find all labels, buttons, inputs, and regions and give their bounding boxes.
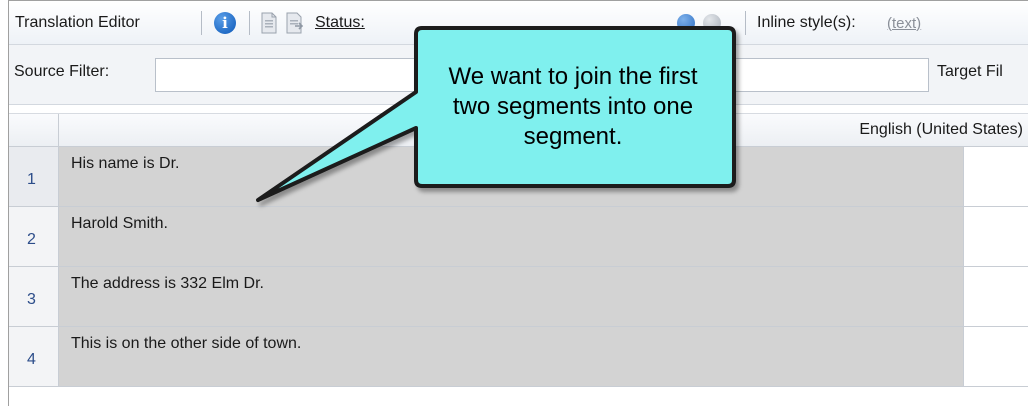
segment-source[interactable]: Harold Smith. (59, 207, 964, 266)
segment-target[interactable] (964, 207, 1028, 266)
segment-target[interactable] (964, 147, 1028, 206)
source-filter-label: Source Filter: (14, 63, 110, 80)
segment-number[interactable]: 3 (9, 267, 59, 326)
segment-source[interactable]: This is on the other side of town. (59, 327, 964, 386)
status-label[interactable]: Status: (315, 1, 365, 45)
target-filter-label: Target Fil (937, 63, 1003, 80)
inline-style-label: Inline style(s): (757, 14, 856, 31)
toolbar-separator (745, 11, 746, 35)
toolbar-separator (201, 11, 202, 35)
info-icon[interactable]: i (214, 12, 236, 34)
toolbar-separator (249, 11, 250, 35)
grid-corner[interactable] (9, 114, 59, 147)
segment-row[interactable]: 2 Harold Smith. (9, 207, 1028, 267)
editor-title: Translation Editor (15, 14, 140, 31)
document-arrow-icon[interactable] (285, 12, 305, 34)
segment-number[interactable]: 4 (9, 327, 59, 386)
segment-target[interactable] (964, 327, 1028, 386)
segment-row[interactable]: 4 This is on the other side of town. (9, 327, 1028, 387)
callout-text: We want to join the first two segments i… (448, 63, 698, 150)
source-column-header[interactable]: English (United States) (859, 121, 1023, 139)
segment-source[interactable]: The address is 332 Elm Dr. (59, 267, 964, 326)
segment-target[interactable] (964, 267, 1028, 326)
segment-number[interactable]: 1 (9, 147, 59, 206)
inline-style-value[interactable]: (text) (887, 1, 921, 45)
segment-row[interactable]: 3 The address is 332 Elm Dr. (9, 267, 1028, 327)
document-icon[interactable] (259, 12, 279, 34)
segment-number[interactable]: 2 (9, 207, 59, 266)
